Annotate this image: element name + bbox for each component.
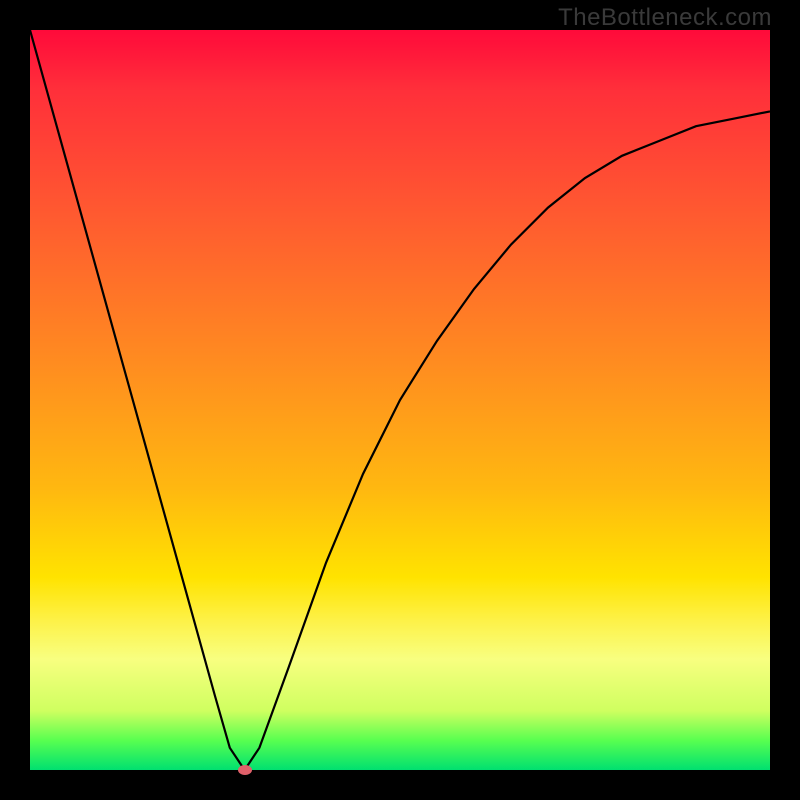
chart-frame: TheBottleneck.com <box>0 0 800 800</box>
watermark-text: TheBottleneck.com <box>558 4 772 32</box>
bottleneck-curve-path <box>30 30 770 770</box>
minimum-marker <box>238 765 252 775</box>
plot-area <box>30 30 770 770</box>
curve-svg <box>30 30 770 770</box>
